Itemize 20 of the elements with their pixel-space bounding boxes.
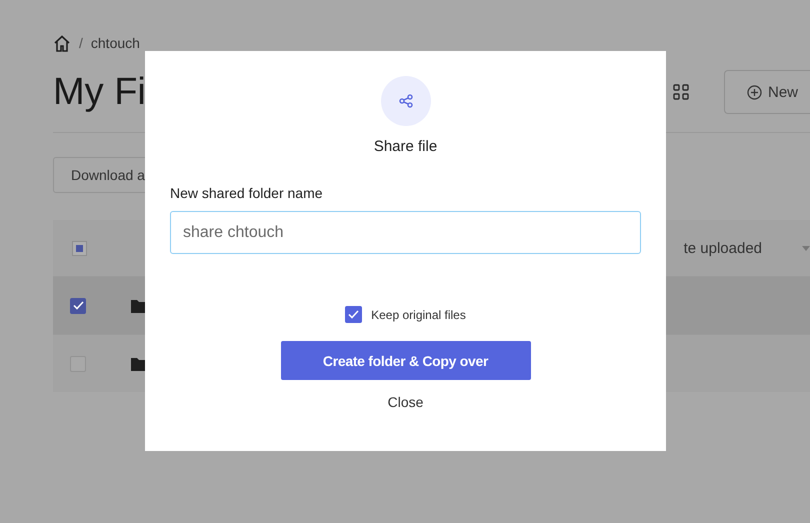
checkbox-label: Keep original files — [371, 308, 466, 322]
close-button[interactable]: Close — [384, 392, 428, 412]
select-all-checkbox[interactable] — [72, 240, 87, 256]
breadcrumb-item[interactable]: chtouch — [90, 35, 140, 51]
column-header[interactable]: te uploaded — [684, 240, 762, 256]
keep-original-checkbox[interactable] — [345, 306, 362, 323]
plus-circle-icon — [746, 84, 762, 100]
breadcrumb-separator: / — [79, 35, 83, 51]
grid-view-icon[interactable] — [670, 82, 691, 102]
field-label: New shared folder name — [170, 185, 323, 201]
share-icon — [380, 76, 430, 126]
checkmark-icon — [72, 301, 84, 310]
dialog-title: Share file — [374, 138, 438, 155]
new-button[interactable]: New — [724, 70, 810, 114]
row-checkbox[interactable] — [70, 298, 86, 314]
create-folder-button[interactable]: Create folder & Copy over — [280, 341, 530, 380]
checkmark-icon — [348, 310, 360, 319]
home-icon[interactable] — [53, 34, 71, 52]
page-title: My Fi — [53, 70, 146, 114]
folder-name-field[interactable]: share chtouch — [170, 211, 641, 254]
